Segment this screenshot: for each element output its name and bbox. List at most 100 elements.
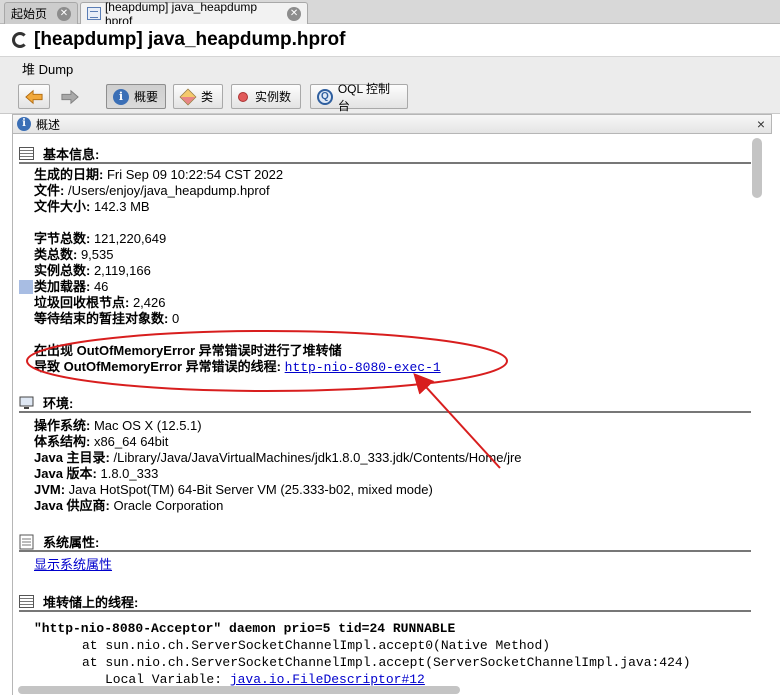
- bytes-row: 字节总数: 121,220,649: [34, 231, 166, 247]
- jvm-label: JVM:: [34, 482, 66, 497]
- info-icon: i: [17, 117, 31, 131]
- classloaders-row: 类加载器: 46: [34, 279, 108, 295]
- section-divider: [19, 411, 751, 413]
- tab-heapdump[interactable]: [heapdump] java_heapdump hprof ✕: [80, 0, 308, 28]
- threads-heading: 堆转储上的线程:: [19, 592, 751, 611]
- page-title: [heapdump] java_heapdump.hprof: [34, 29, 346, 50]
- jvm-value: Java HotSpot(TM) 64-Bit Server VM (25.33…: [65, 482, 433, 497]
- java-version-value: 1.8.0_333: [96, 466, 159, 481]
- panel-close-icon[interactable]: ×: [757, 116, 765, 132]
- instances-label: 实例数: [255, 90, 292, 104]
- oql-icon: Q: [317, 88, 333, 105]
- forward-button[interactable]: [54, 84, 86, 109]
- instance-icon: [238, 91, 248, 102]
- document-icon: [19, 534, 34, 549]
- classes-count-label: 类总数:: [34, 247, 78, 262]
- file-value: /Users/enjoy/java_heapdump.hprof: [64, 183, 270, 198]
- classes-icon: [179, 88, 197, 105]
- stack-frame-line: at sun.nio.ch.ServerSocketChannelImpl.ac…: [82, 655, 691, 670]
- summary-button[interactable]: i 概要: [106, 84, 166, 109]
- environment-heading: 环境:: [19, 393, 751, 412]
- arch-value: x86_64 64bit: [90, 434, 169, 449]
- oom-notice: 在出现 OutOfMemoryError 异常错误时进行了堆转储: [34, 343, 342, 358]
- date-row: 生成的日期: Fri Sep 09 10:22:54 CST 2022: [34, 167, 283, 183]
- jvm-row: JVM: Java HotSpot(TM) 64-Bit Server VM (…: [34, 482, 433, 498]
- java-version-label: Java 版本:: [34, 466, 97, 481]
- close-icon[interactable]: ✕: [287, 6, 301, 21]
- size-row: 文件大小: 142.3 MB: [34, 199, 150, 215]
- oql-console-button[interactable]: Q OQL 控制台: [310, 82, 408, 113]
- file-label: 文件:: [34, 183, 65, 198]
- section-divider: [19, 550, 751, 552]
- overview-content: 基本信息: 生成的日期: Fri Sep 09 10:22:54 CST 202…: [12, 134, 772, 695]
- document-icon: [87, 7, 101, 20]
- overview-panel-header: i 概述 ×: [12, 114, 772, 134]
- heap-dump-label: 堆 Dump: [22, 62, 74, 77]
- vendor-label: Java 供应商:: [34, 498, 110, 513]
- vendor-value: Oracle Corporation: [109, 498, 224, 513]
- arrow-left-icon: [25, 89, 43, 104]
- oom-thread-link[interactable]: http-nio-8080-exec-1: [285, 360, 441, 375]
- section-divider: [19, 162, 751, 164]
- panel-title: 概述: [36, 117, 61, 132]
- thread-header-line: "http-nio-8080-Acceptor" daemon prio=5 t…: [34, 621, 456, 636]
- instances-count-value: 2,119,166: [90, 263, 151, 278]
- environment-heading-text: 环境:: [43, 396, 74, 411]
- classes-button[interactable]: 类: [173, 84, 223, 109]
- show-system-properties-link[interactable]: 显示系统属性: [34, 557, 112, 572]
- selection-highlight: [19, 280, 33, 294]
- system-properties-heading-text: 系统属性:: [43, 535, 100, 550]
- horizontal-scrollbar[interactable]: [18, 686, 460, 694]
- tab-bar: 起始页 ✕ [heapdump] java_heapdump hprof ✕: [0, 0, 780, 28]
- vendor-row: Java 供应商: Oracle Corporation: [34, 498, 223, 514]
- stack-frame-line: at sun.nio.ch.ServerSocketChannelImpl.ac…: [82, 638, 551, 653]
- loading-spinner-icon: [12, 32, 28, 48]
- computer-icon: [19, 396, 34, 409]
- basic-info-heading: 基本信息:: [19, 144, 751, 163]
- pending-value: 0: [168, 311, 180, 326]
- java-version-row: Java 版本: 1.8.0_333: [34, 466, 158, 482]
- os-label: 操作系统:: [34, 418, 91, 433]
- instances-button[interactable]: 实例数: [231, 84, 301, 109]
- local-variable-link[interactable]: java.io.FileDescriptor#12: [230, 672, 425, 687]
- vertical-scrollbar[interactable]: [752, 138, 762, 198]
- gcroots-value: 2,426: [129, 295, 166, 310]
- close-icon[interactable]: ✕: [57, 6, 71, 21]
- pending-row: 等待结束的暂挂对象数: 0: [34, 311, 179, 327]
- bytes-value: 121,220,649: [90, 231, 167, 246]
- view-subheader: 堆 Dump: [0, 56, 780, 80]
- file-row: 文件: /Users/enjoy/java_heapdump.hprof: [34, 183, 270, 199]
- tab-start-page[interactable]: 起始页 ✕: [4, 2, 78, 24]
- classes-label: 类: [201, 90, 214, 104]
- arrow-right-icon: [61, 89, 79, 104]
- date-value: Fri Sep 09 10:22:54 CST 2022: [103, 167, 284, 182]
- system-properties-heading: 系统属性:: [19, 532, 751, 551]
- arch-row: 体系结构: x86_64 64bit: [34, 434, 168, 450]
- size-label: 文件大小:: [34, 199, 91, 214]
- oom-thread-row: 导致 OutOfMemoryError 异常错误的线程: http-nio-80…: [34, 359, 441, 376]
- arch-label: 体系结构:: [34, 434, 91, 449]
- os-value: Mac OS X (12.5.1): [90, 418, 202, 433]
- java-home-row: Java 主目录: /Library/Java/JavaVirtualMachi…: [34, 450, 522, 466]
- classes-row: 类总数: 9,535: [34, 247, 114, 263]
- basic-info-heading-text: 基本信息:: [43, 147, 100, 162]
- summary-label: 概要: [134, 90, 159, 104]
- gcroots-label: 垃圾回收根节点:: [34, 295, 130, 310]
- gcroots-row: 垃圾回收根节点: 2,426: [34, 295, 166, 311]
- show-system-properties-row: 显示系统属性: [34, 557, 112, 573]
- oom-thread-label: 导致 OutOfMemoryError 异常错误的线程:: [34, 359, 282, 374]
- tab-start-page-label: 起始页: [11, 7, 48, 21]
- instances-count-label: 实例总数:: [34, 263, 91, 278]
- toolbar: i 概要 类 实例数 Q OQL 控制台: [0, 80, 780, 114]
- title-bar: [heapdump] java_heapdump.hprof: [0, 24, 780, 56]
- classloaders-value: 46: [90, 279, 109, 294]
- local-variable-label: Local Variable:: [105, 672, 230, 687]
- bytes-label: 字节总数:: [34, 231, 91, 246]
- os-row: 操作系统: Mac OS X (12.5.1): [34, 418, 202, 434]
- instances-row: 实例总数: 2,119,166: [34, 263, 151, 279]
- back-button[interactable]: [18, 84, 50, 109]
- classloaders-label: 类加载器:: [34, 279, 91, 294]
- classes-count-value: 9,535: [77, 247, 114, 262]
- threads-heading-text: 堆转储上的线程:: [43, 595, 139, 610]
- section-divider: [19, 610, 751, 612]
